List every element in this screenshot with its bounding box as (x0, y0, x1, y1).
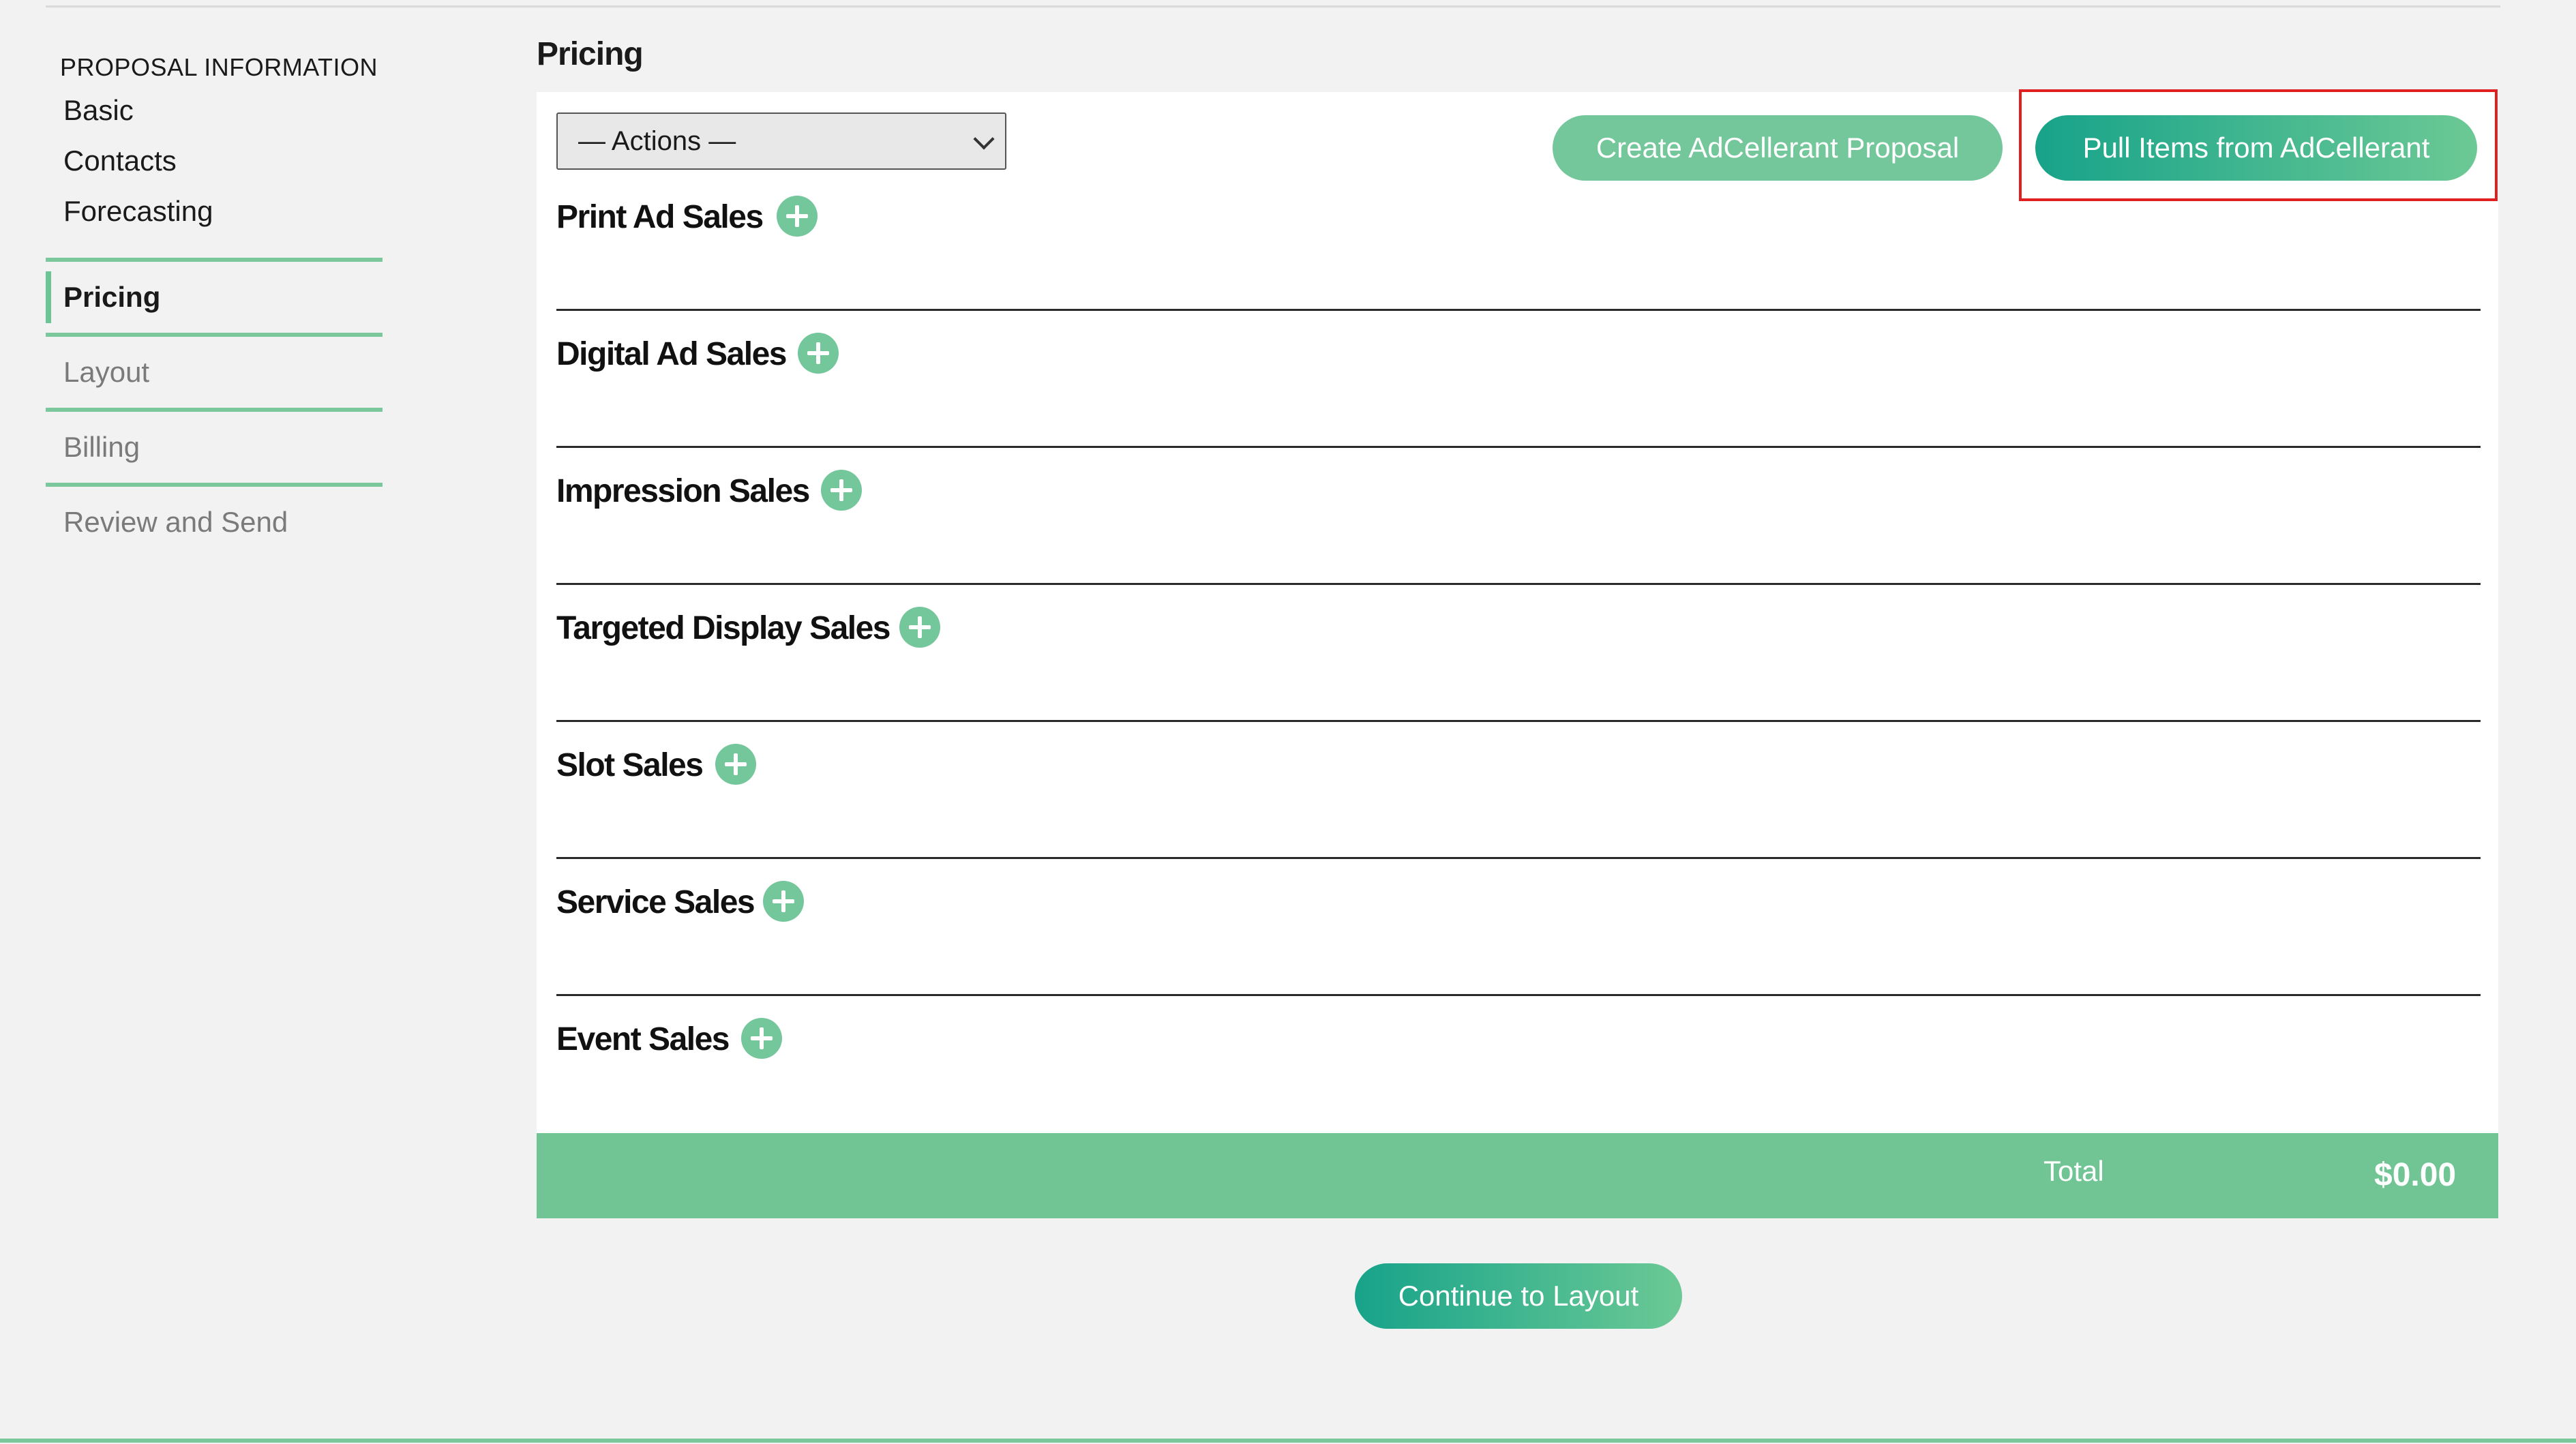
create-adcellerant-proposal-button[interactable]: Create AdCellerant Proposal (1553, 115, 2003, 181)
add-event-sales-plus-icon[interactable] (741, 1018, 782, 1059)
section-title: Impression Sales (556, 473, 810, 509)
section-title: Print Ad Sales (556, 199, 764, 235)
total-label: Total (2043, 1155, 2104, 1187)
section-impression-sales: Impression Sales (556, 448, 2481, 585)
bottom-divider (0, 1439, 2576, 1443)
section-title: Slot Sales (556, 747, 704, 783)
continue-to-layout-button[interactable]: Continue to Layout (1355, 1263, 1682, 1329)
section-title: Event Sales (556, 1021, 730, 1057)
active-step-indicator (46, 271, 51, 323)
add-digital-ad-sales-plus-icon[interactable] (798, 333, 839, 374)
add-impression-sales-plus-icon[interactable] (821, 470, 862, 511)
section-event-sales: Event Sales (556, 996, 2481, 1133)
sidebar-divider (46, 408, 383, 412)
sidebar-step-pricing[interactable]: Pricing (63, 281, 160, 314)
total-bar: Total $0.00 (537, 1133, 2498, 1218)
sidebar-heading: PROPOSAL INFORMATION (60, 53, 378, 81)
sidebar-step-review-and-send[interactable]: Review and Send (63, 506, 288, 539)
page: PROPOSAL INFORMATION Basic Contacts Fore… (0, 0, 2576, 1444)
total-value: $0.00 (2374, 1157, 2457, 1193)
sidebar-divider (46, 333, 383, 337)
section-slot-sales: Slot Sales (556, 722, 2481, 859)
add-print-ad-sales-plus-icon[interactable] (777, 196, 818, 237)
sidebar-item-forecasting[interactable]: Forecasting (63, 195, 213, 228)
section-title: Targeted Display Sales (556, 610, 891, 646)
sidebar-divider (46, 483, 383, 487)
section-title: Digital Ad Sales (556, 336, 787, 372)
sidebar-step-layout[interactable]: Layout (63, 356, 149, 389)
sidebar-divider (46, 258, 383, 262)
section-title: Service Sales (556, 884, 755, 920)
add-slot-sales-plus-icon[interactable] (715, 744, 756, 785)
actions-select[interactable]: — Actions — (556, 112, 1006, 170)
add-service-sales-plus-icon[interactable] (763, 881, 804, 922)
section-print-ad-sales: Print Ad Sales (556, 174, 2481, 311)
add-targeted-display-sales-plus-icon[interactable] (899, 607, 940, 648)
top-divider (46, 5, 2500, 7)
section-service-sales: Service Sales (556, 859, 2481, 996)
section-digital-ad-sales: Digital Ad Sales (556, 311, 2481, 448)
sidebar-item-contacts[interactable]: Contacts (63, 145, 177, 177)
pricing-card: — Actions — Create AdCellerant Proposal … (537, 89, 2498, 1218)
sidebar-item-basic[interactable]: Basic (63, 94, 134, 127)
page-title: Pricing (537, 36, 644, 72)
sidebar-step-billing[interactable]: Billing (63, 431, 140, 464)
section-targeted-display-sales: Targeted Display Sales (556, 585, 2481, 722)
